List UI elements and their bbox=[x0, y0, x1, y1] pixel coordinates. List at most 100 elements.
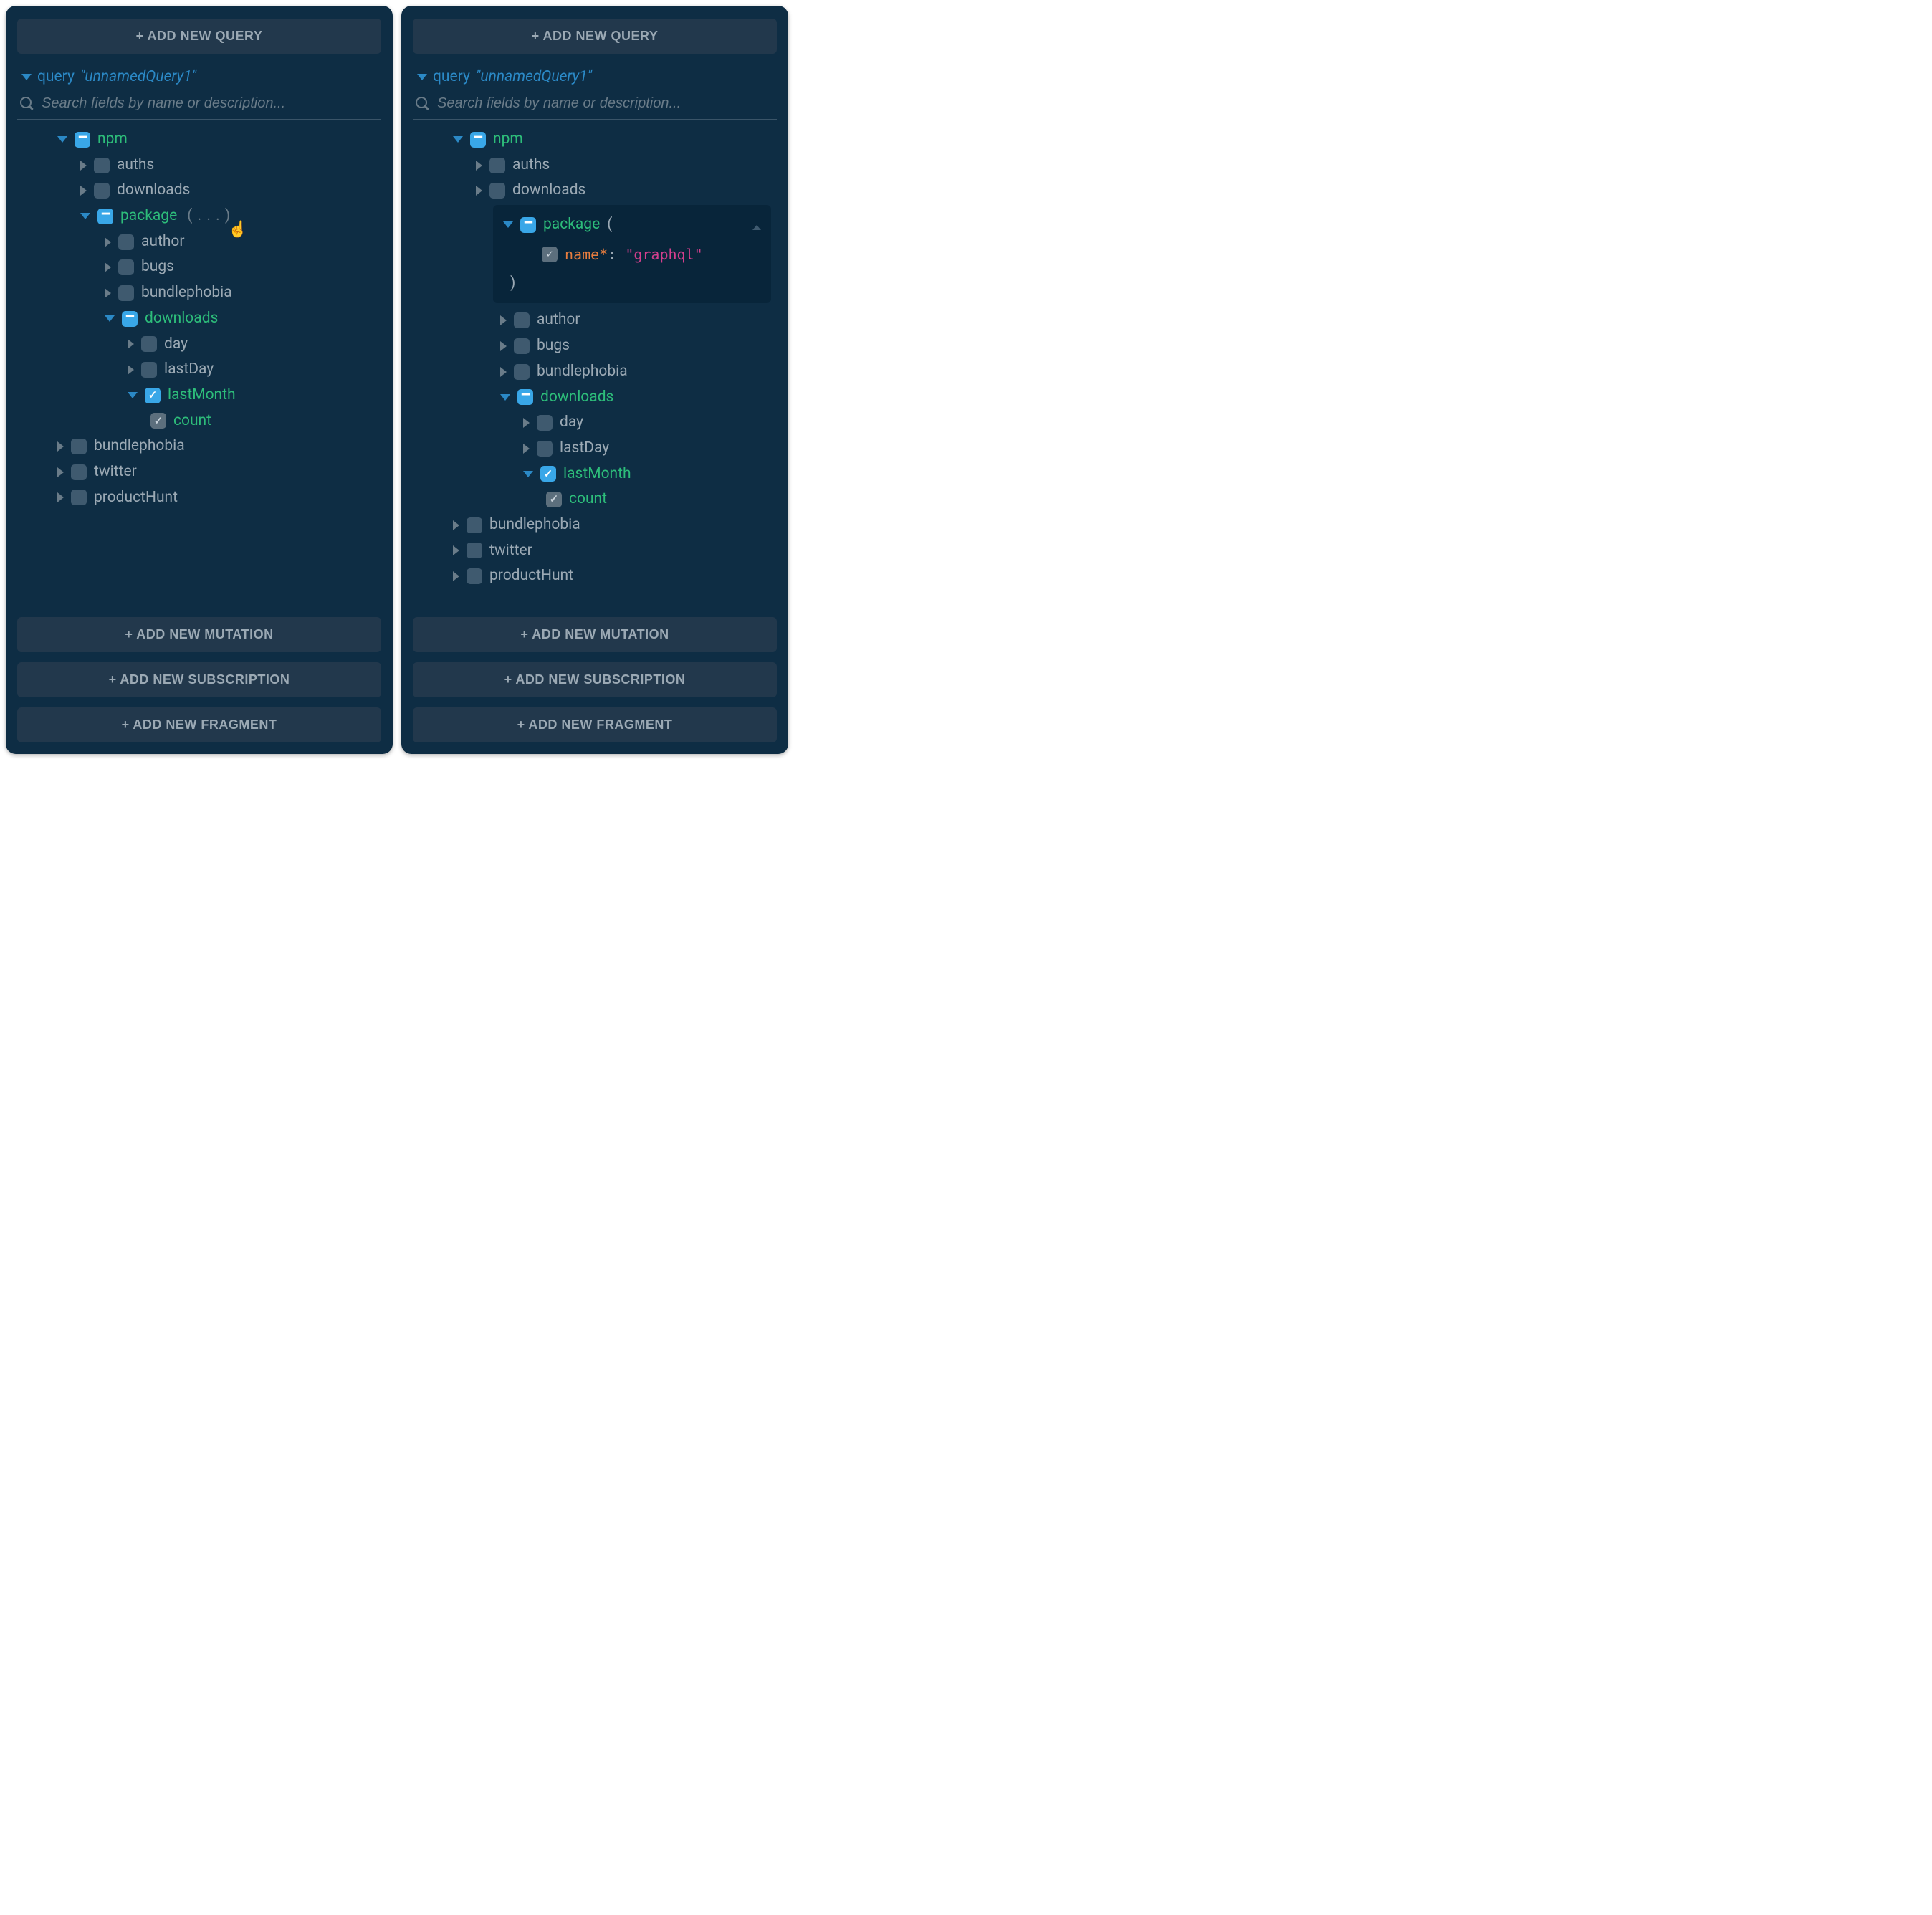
field-label[interactable]: twitter bbox=[94, 459, 137, 485]
checkbox-empty[interactable] bbox=[118, 259, 134, 275]
checkbox-partial[interactable] bbox=[75, 132, 90, 148]
field-day[interactable]: day bbox=[20, 332, 381, 358]
chevron-right-icon[interactable] bbox=[476, 161, 482, 171]
checkbox-empty[interactable] bbox=[94, 158, 110, 173]
field-label[interactable]: day bbox=[164, 332, 188, 358]
field-author[interactable]: author bbox=[416, 307, 777, 333]
checkbox-partial[interactable] bbox=[517, 389, 533, 405]
field-author[interactable]: author bbox=[20, 229, 381, 255]
checkbox-empty[interactable] bbox=[71, 464, 87, 480]
chevron-right-icon[interactable] bbox=[523, 444, 530, 454]
field-label[interactable]: lastMonth bbox=[563, 462, 631, 487]
field-count[interactable]: count bbox=[20, 409, 381, 434]
args-collapsed[interactable]: ( . . . ) bbox=[187, 204, 231, 229]
field-bugs[interactable]: bugs bbox=[416, 333, 777, 359]
chevron-right-icon[interactable] bbox=[105, 262, 111, 272]
field-downloads-root[interactable]: downloads bbox=[20, 178, 381, 204]
checkbox-empty[interactable] bbox=[94, 183, 110, 199]
field-label[interactable]: lastMonth bbox=[168, 383, 236, 409]
field-label[interactable]: productHunt bbox=[94, 485, 178, 511]
field-lastmonth[interactable]: lastMonth bbox=[416, 462, 777, 487]
field-downloads-inner[interactable]: downloads bbox=[416, 385, 777, 411]
checkbox-empty[interactable] bbox=[537, 441, 553, 457]
checkbox-empty[interactable] bbox=[514, 364, 530, 380]
field-label[interactable]: downloads bbox=[512, 178, 585, 204]
field-label[interactable]: author bbox=[141, 229, 185, 255]
checkbox-empty[interactable] bbox=[118, 285, 134, 301]
field-bugs[interactable]: bugs bbox=[20, 254, 381, 280]
add-subscription-button[interactable]: + ADD NEW SUBSCRIPTION bbox=[17, 662, 381, 697]
query-name[interactable]: "unnamedQuery1" bbox=[80, 68, 196, 85]
field-label[interactable]: downloads bbox=[540, 385, 613, 411]
checkbox-partial[interactable] bbox=[520, 217, 536, 233]
checkbox-empty[interactable] bbox=[467, 517, 482, 533]
add-mutation-button[interactable]: + ADD NEW MUTATION bbox=[413, 617, 777, 652]
field-label[interactable]: package bbox=[543, 212, 600, 238]
add-fragment-button[interactable]: + ADD NEW FRAGMENT bbox=[17, 707, 381, 742]
chevron-right-icon[interactable] bbox=[476, 186, 482, 196]
add-query-button[interactable]: + ADD NEW QUERY bbox=[413, 19, 777, 54]
chevron-right-icon[interactable] bbox=[105, 288, 111, 298]
search-input[interactable] bbox=[42, 95, 378, 112]
arg-row-name[interactable]: name*: "graphql" bbox=[503, 238, 761, 271]
chevron-right-icon[interactable] bbox=[500, 315, 507, 325]
chevron-right-icon[interactable] bbox=[80, 161, 87, 171]
field-label[interactable]: downloads bbox=[145, 306, 218, 332]
checkbox-empty[interactable] bbox=[71, 439, 87, 454]
chevron-right-icon[interactable] bbox=[453, 571, 459, 581]
field-count[interactable]: count bbox=[416, 487, 777, 512]
arg-value[interactable]: "graphql" bbox=[625, 246, 702, 263]
chevron-right-icon[interactable] bbox=[128, 339, 134, 349]
chevron-right-icon[interactable] bbox=[57, 492, 64, 502]
checkbox-empty[interactable] bbox=[489, 183, 505, 199]
field-bundlephobia-inner[interactable]: bundlephobia bbox=[416, 359, 777, 385]
field-npm[interactable]: npm bbox=[20, 127, 381, 153]
checkbox-checked[interactable] bbox=[145, 388, 161, 403]
add-subscription-button[interactable]: + ADD NEW SUBSCRIPTION bbox=[413, 662, 777, 697]
checkbox-empty[interactable] bbox=[141, 336, 157, 352]
checkbox-empty[interactable] bbox=[71, 490, 87, 505]
field-label[interactable]: npm bbox=[493, 127, 523, 153]
field-package[interactable]: package ( . . . ) ☝ bbox=[20, 204, 381, 229]
field-downloads-inner[interactable]: downloads bbox=[20, 306, 381, 332]
field-lastday[interactable]: lastDay bbox=[416, 436, 777, 462]
checkbox-checked-locked[interactable] bbox=[542, 247, 558, 262]
checkbox-empty[interactable] bbox=[141, 362, 157, 378]
field-downloads-root[interactable]: downloads bbox=[416, 178, 777, 204]
chevron-right-icon[interactable] bbox=[500, 341, 507, 351]
field-producthunt[interactable]: productHunt bbox=[20, 485, 381, 511]
checkbox-partial[interactable] bbox=[97, 209, 113, 224]
field-label[interactable]: downloads bbox=[117, 178, 190, 204]
field-label[interactable]: bundlephobia bbox=[141, 280, 232, 306]
field-label[interactable]: lastDay bbox=[560, 436, 609, 462]
field-label[interactable]: lastDay bbox=[164, 357, 214, 383]
chevron-down-icon[interactable] bbox=[500, 394, 510, 401]
chevron-right-icon[interactable] bbox=[57, 467, 64, 477]
field-label[interactable]: auths bbox=[512, 153, 550, 178]
field-label[interactable]: auths bbox=[117, 153, 154, 178]
field-day[interactable]: day bbox=[416, 410, 777, 436]
field-bundlephobia-root[interactable]: bundlephobia bbox=[416, 512, 777, 538]
add-mutation-button[interactable]: + ADD NEW MUTATION bbox=[17, 617, 381, 652]
field-label[interactable]: bundlephobia bbox=[537, 359, 628, 385]
field-npm[interactable]: npm bbox=[416, 127, 777, 153]
chevron-down-icon[interactable] bbox=[417, 74, 427, 80]
field-label[interactable]: package bbox=[120, 204, 177, 229]
checkbox-empty[interactable] bbox=[467, 543, 482, 558]
field-label[interactable]: bugs bbox=[537, 333, 570, 359]
field-bundlephobia-root[interactable]: bundlephobia bbox=[20, 434, 381, 459]
field-bundlephobia-inner[interactable]: bundlephobia bbox=[20, 280, 381, 306]
field-label[interactable]: day bbox=[560, 410, 583, 436]
chevron-down-icon[interactable] bbox=[128, 392, 138, 398]
chevron-right-icon[interactable] bbox=[57, 441, 64, 452]
field-label[interactable]: bundlephobia bbox=[94, 434, 185, 459]
chevron-down-icon[interactable] bbox=[523, 471, 533, 477]
field-auths[interactable]: auths bbox=[20, 153, 381, 178]
checkbox-checked-locked[interactable] bbox=[546, 492, 562, 507]
field-label[interactable]: count bbox=[173, 409, 211, 434]
query-header[interactable]: query "unnamedQuery1" bbox=[417, 68, 777, 85]
collapse-args-icon[interactable] bbox=[752, 214, 761, 239]
query-name[interactable]: "unnamedQuery1" bbox=[476, 68, 592, 85]
chevron-right-icon[interactable] bbox=[453, 520, 459, 530]
field-twitter[interactable]: twitter bbox=[416, 538, 777, 564]
